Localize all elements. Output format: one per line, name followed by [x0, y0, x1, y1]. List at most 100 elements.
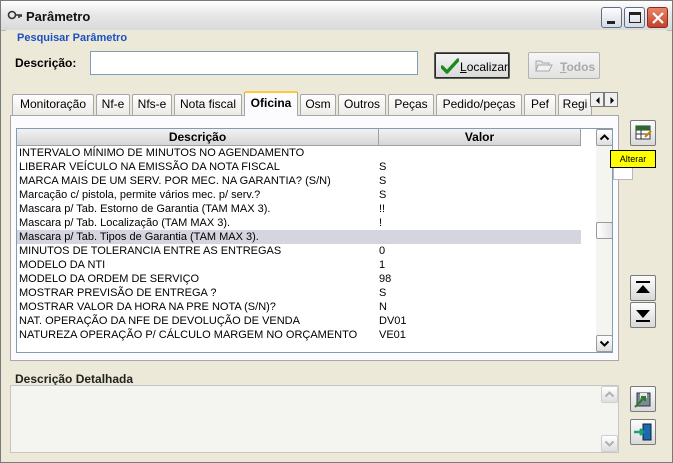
tab-monitoracao[interactable]: Monitoração	[12, 94, 94, 115]
column-header-valor[interactable]: Valor	[379, 129, 581, 146]
table-row[interactable]: MOSTRAR PREVISÃO DE ENTREGA ? S	[17, 286, 581, 300]
table-row[interactable]: INTERVALO MÍNIMO DE MINUTOS NO AGENDAMEN…	[17, 146, 581, 160]
cell-valor: S	[379, 161, 387, 173]
cell-valor: S	[379, 189, 387, 201]
cell-descricao: NATUREZA OPERAÇÃO P/ CÁLCULO MARGEM NO O…	[19, 329, 358, 341]
cell-descricao: MODELO DA NTI	[19, 259, 106, 271]
cell-descricao: MOSTRAR VALOR DA HORA NA PRE NOTA (S/N)?	[19, 301, 276, 313]
window-content: Pesquisar Parâmetro Descrição: Localizar…	[6, 30, 667, 458]
table-row[interactable]: Mascara p/ Tab. Tipos de Garantia (TAM M…	[17, 230, 581, 244]
parametro-window: Parâmetro Pesquisar Parâmetro Descrição:…	[0, 0, 673, 463]
folder-open-icon	[535, 60, 553, 72]
table-row[interactable]: LIBERAR VEÍCULO NA EMISSÃO DA NOTA FISCA…	[17, 160, 581, 174]
close-button[interactable]	[647, 7, 668, 28]
cell-descricao: NAT. OPERAÇÃO DA NFE DE DEVOLUÇÃO DE VEN…	[19, 315, 300, 327]
localizar-button[interactable]: Localizar	[434, 52, 510, 79]
search-section-title: Pesquisar Parâmetro	[17, 32, 128, 44]
scroll-down-icon	[604, 440, 615, 447]
column-header-descricao[interactable]: Descrição	[17, 129, 379, 146]
table-row[interactable]: NATUREZA OPERAÇÃO P/ CÁLCULO MARGEM NO O…	[17, 328, 581, 342]
table-row[interactable]: MOSTRAR VALOR DA HORA NA PRE NOTA (S/N)?…	[17, 300, 581, 314]
tab-outros[interactable]: Outros	[338, 94, 386, 115]
description-label: Descrição:	[15, 56, 77, 70]
tab-nota-fiscal[interactable]: Nota fiscal	[174, 94, 242, 115]
scroll-thumb[interactable]	[596, 222, 612, 239]
tab-scroll-left-button[interactable]	[590, 92, 604, 107]
detail-scrollbar[interactable]	[601, 386, 618, 452]
key-icon	[7, 10, 22, 20]
cell-descricao: MODELO DA ORDEM DE SERVIÇO	[19, 273, 200, 285]
tab-nfse[interactable]: Nfs-e	[132, 94, 172, 115]
cell-valor: 98	[379, 273, 392, 285]
move-top-button[interactable]	[630, 275, 656, 301]
cell-valor	[379, 146, 579, 160]
grid-header: Descrição Valor	[17, 129, 595, 146]
cell-descricao: Marcação c/ pistola, permite vários mec.…	[19, 189, 261, 201]
chevron-right-icon	[610, 97, 614, 104]
table-row[interactable]: NAT. OPERAÇÃO DA NFE DE DEVOLUÇÃO DE VEN…	[17, 314, 581, 328]
oficina-tab-panel: Descrição Valor INTERVALO MÍNIMO DE MINU…	[10, 115, 619, 361]
alterar-button[interactable]	[630, 120, 656, 146]
todos-label: Todos	[560, 60, 596, 74]
cell-descricao: Mascara p/ Tab. Tipos de Garantia (TAM M…	[19, 231, 259, 243]
detail-scroll-up-button[interactable]	[601, 386, 618, 403]
scroll-down-button[interactable]	[596, 335, 612, 352]
edit-grid-icon	[635, 125, 652, 140]
todos-button[interactable]: Todos	[528, 52, 600, 79]
cell-descricao: MARCA MAIS DE UM SERV. POR MEC. NA GARAN…	[19, 175, 331, 187]
tab-osm[interactable]: Osm	[300, 94, 336, 115]
tab-pedido-pecas[interactable]: Pedido/peças	[436, 94, 522, 115]
cell-valor: N	[379, 301, 387, 313]
cell-valor: VE01	[379, 329, 406, 341]
tooltip-shadow	[613, 168, 633, 180]
export-button[interactable]	[630, 386, 656, 412]
table-row[interactable]: Mascara p/ Tab. Localização (TAM MAX 3).…	[17, 216, 581, 230]
cell-descricao: MOSTRAR PREVISÃO DE ENTREGA ?	[19, 287, 217, 299]
cell-valor: !!	[379, 203, 386, 215]
description-input[interactable]	[90, 51, 418, 75]
exit-door-icon	[634, 423, 652, 441]
maximize-button[interactable]	[624, 7, 645, 28]
cell-descricao: INTERVALO MÍNIMO DE MINUTOS NO AGENDAMEN…	[19, 147, 305, 159]
grid-rows: INTERVALO MÍNIMO DE MINUTOS NO AGENDAMEN…	[17, 146, 581, 342]
move-top-icon	[636, 281, 650, 293]
window-title: Parâmetro	[26, 9, 91, 24]
minimize-button[interactable]	[601, 7, 622, 28]
table-row[interactable]: Marcação c/ pistola, permite vários mec.…	[17, 188, 581, 202]
alterar-tooltip: Alterar	[610, 150, 656, 168]
detail-label: Descrição Detalhada	[15, 372, 134, 386]
parameters-grid[interactable]: Descrição Valor INTERVALO MÍNIMO DE MINU…	[16, 128, 613, 353]
exit-button[interactable]	[630, 419, 656, 445]
close-icon	[652, 12, 664, 24]
cell-valor	[379, 230, 579, 244]
table-row[interactable]: MINUTOS DE TOLERANCIA ENTRE AS ENTREGAS 0	[17, 244, 581, 258]
scroll-down-icon	[599, 340, 610, 347]
table-row[interactable]: MARCA MAIS DE UM SERV. POR MEC. NA GARAN…	[17, 174, 581, 188]
chevron-left-icon	[596, 97, 600, 104]
title-bar: Parâmetro	[1, 1, 672, 31]
checkmark-icon	[441, 58, 459, 74]
detail-scroll-down-button[interactable]	[601, 435, 618, 452]
cell-descricao: LIBERAR VEÍCULO NA EMISSÃO DA NOTA FISCA…	[19, 161, 280, 173]
tab-pecas[interactable]: Peças	[388, 94, 434, 115]
table-row[interactable]: MODELO DA ORDEM DE SERVIÇO 98	[17, 272, 581, 286]
table-row[interactable]: Mascara p/ Tab. Estorno de Garantia (TAM…	[17, 202, 581, 216]
cell-descricao: MINUTOS DE TOLERANCIA ENTRE AS ENTREGAS	[19, 245, 282, 257]
cell-valor: !	[379, 217, 383, 229]
scroll-up-button[interactable]	[596, 129, 612, 146]
detail-textarea[interactable]	[10, 385, 619, 453]
tab-oficina[interactable]: Oficina	[244, 91, 298, 116]
scroll-up-icon	[599, 134, 610, 141]
cell-valor: S	[379, 175, 387, 187]
cell-valor: DV01	[379, 315, 407, 327]
tab-scroll-right-button[interactable]	[604, 92, 618, 107]
tab-bar: Monitoração Nf-e Nfs-e Nota fiscal Ofici…	[10, 91, 620, 116]
cell-descricao: Mascara p/ Tab. Estorno de Garantia (TAM…	[19, 203, 271, 215]
cell-valor: 1	[379, 259, 386, 271]
move-down-button[interactable]	[630, 302, 656, 328]
tab-pef[interactable]: Pef	[524, 94, 556, 115]
tab-nfe[interactable]: Nf-e	[96, 94, 130, 115]
tab-regi[interactable]: Regi	[558, 94, 592, 115]
table-row[interactable]: MODELO DA NTI 1	[17, 258, 581, 272]
cell-valor: S	[379, 287, 387, 299]
